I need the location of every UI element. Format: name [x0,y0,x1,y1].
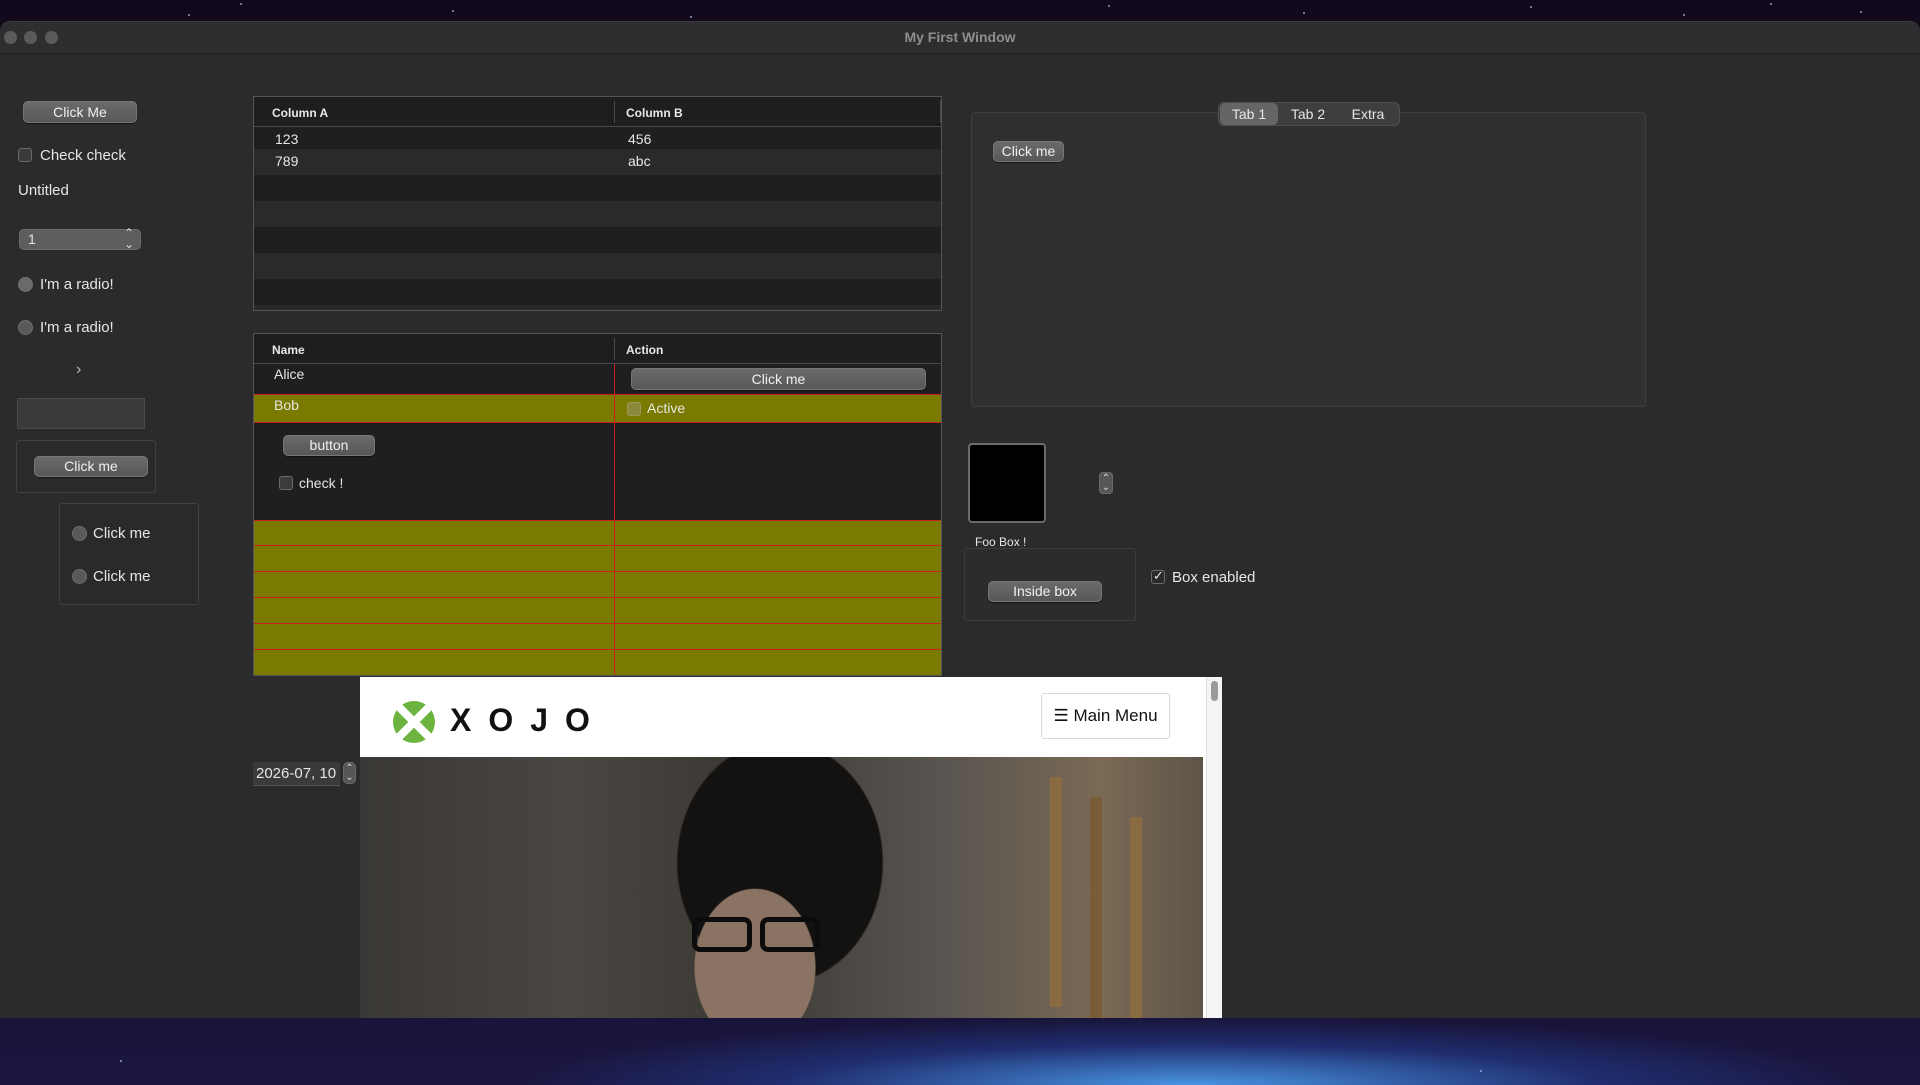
click-me-button[interactable]: Click Me [23,101,137,123]
main-menu-button[interactable]: ☰ Main Menu [1041,693,1170,739]
web-scrollbar[interactable] [1206,677,1222,1018]
date-value: 2026-07, 10 [256,765,337,782]
checkmark-icon: ✓ [1153,568,1164,583]
tab-panel: Click me [971,112,1646,407]
date-stepper[interactable]: ⌃ ⌄ [343,762,356,784]
group-radio-2[interactable] [72,569,87,584]
tab-2[interactable]: Tab 2 [1279,103,1337,125]
xojo-wordmark: XOJO [450,702,607,738]
name-cell: Alice [274,366,305,382]
tab-selector: Tab 1 Tab 2 Extra [1218,102,1400,126]
title-bar: My First Window [0,22,1920,54]
popup-value: 1 [28,231,36,247]
cell: 789 [275,153,299,169]
action-header[interactable]: Action [626,343,663,357]
inside-box-button[interactable]: Inside box [988,581,1102,602]
radio-2-label: I'm a radio! [40,319,114,336]
radio-1-label: I'm a radio! [40,276,114,293]
listbox-header: Name Action [254,334,941,364]
app-window: My First Window Click Me Check check Unt… [0,21,1920,1018]
disclosure-chevron-icon[interactable]: › [76,361,81,379]
color-well[interactable] [968,443,1046,523]
radio-2[interactable] [18,320,33,335]
name-header[interactable]: Name [272,343,305,357]
active-checkbox[interactable] [627,402,641,416]
listbox-header: Column A Column B [254,97,941,127]
group-radio-1-label: Click me [93,525,151,542]
cell: 123 [275,131,299,147]
foo-box: Inside box [964,548,1136,621]
window-title: My First Window [904,29,1016,45]
group-radio-1[interactable] [72,526,87,541]
listbox-columns[interactable]: Column A Column B 123 456 789 abc [253,96,942,311]
text-field[interactable] [17,398,145,429]
nested-check-label: check ! [299,475,344,491]
check-check-label: Check check [40,147,126,164]
foo-box-title: Foo Box ! [975,535,1027,549]
column-a-header[interactable]: Column A [272,106,328,120]
hamburger-icon: ☰ [1053,706,1069,725]
listbox-controls[interactable]: Name Action Alice Click me Bob Active bu… [253,333,942,676]
check-check-checkbox[interactable] [18,148,32,162]
active-label: Active [647,400,686,416]
table-row[interactable]: 789 abc [254,149,941,175]
button-container: Click me [16,440,156,493]
row-click-me-button[interactable]: Click me [631,368,926,390]
cell: 456 [628,131,652,147]
container-click-me-button[interactable]: Click me [34,456,148,477]
date-field[interactable]: 2026-07, 10 [253,762,340,786]
hero-photo [360,757,1203,1018]
radio-1[interactable] [18,277,33,292]
nested-checkbox[interactable] [279,476,293,490]
popup-chevron-icon: ⌃ ⌄ [123,226,134,251]
html-viewer[interactable]: XOJO ☰ Main Menu [360,677,1222,1018]
xojo-logo-icon [393,701,435,743]
number-popup[interactable]: 1 ⌃ ⌄ [19,226,141,251]
web-scrollbar-thumb[interactable] [1211,681,1218,701]
main-menu-label: Main Menu [1073,706,1158,725]
tab-extra[interactable]: Extra [1338,103,1398,125]
cell: abc [628,153,651,169]
up-down-stepper[interactable]: ⌃ ⌄ [1099,472,1113,494]
table-row-bob[interactable]: Bob [254,394,941,424]
column-b-header[interactable]: Column B [626,106,683,120]
untitled-label: Untitled [18,182,69,199]
name-cell: Bob [274,397,299,413]
radio-group: Click me Click me [59,503,199,605]
box-enabled-checkbox[interactable]: ✓ [1151,568,1165,584]
nested-button[interactable]: button [283,435,375,456]
highlighted-empty-rows [254,520,941,675]
tab-click-me-button[interactable]: Click me [993,141,1064,162]
group-radio-2-label: Click me [93,568,151,585]
box-enabled-label: Box enabled [1172,569,1256,586]
tab-1[interactable]: Tab 1 [1220,103,1278,125]
